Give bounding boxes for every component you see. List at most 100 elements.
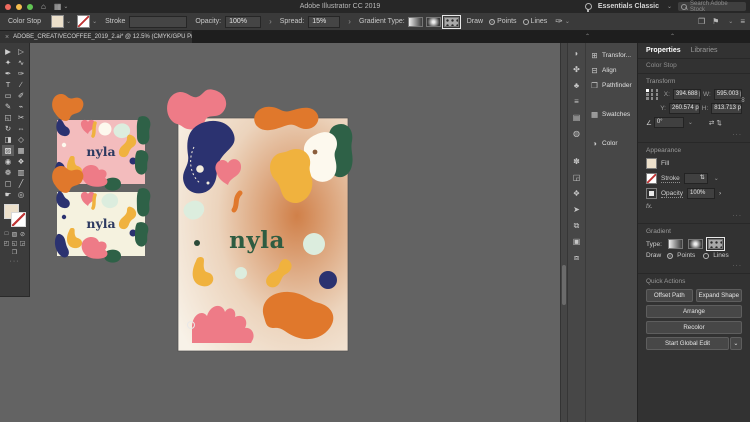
line-tool[interactable]: ∕ xyxy=(15,79,27,90)
brushes-panel-icon[interactable]: ✤ xyxy=(570,64,584,76)
flip-vertical-icon[interactable]: ⇅ xyxy=(716,119,721,127)
chevron-down-icon[interactable]: ⌄ xyxy=(688,119,693,126)
shaper-tool[interactable]: ⌁ xyxy=(15,101,27,112)
rotation-field[interactable]: 0° xyxy=(654,117,684,128)
gradient-tool[interactable]: ▨ xyxy=(2,145,14,156)
more-options-icon[interactable]: ··· xyxy=(646,262,742,272)
scrollbar-thumb[interactable] xyxy=(562,265,566,305)
global-edit-options-button[interactable]: ⌄ xyxy=(730,337,742,350)
stroke-swatch[interactable] xyxy=(11,212,26,227)
y-field[interactable]: 260.574 px xyxy=(669,103,700,114)
flag-icon[interactable]: ⚑ xyxy=(712,17,719,26)
draw-lines-radio[interactable] xyxy=(703,253,709,259)
opacity-field[interactable]: 100% xyxy=(687,188,715,199)
arrange-documents-icon[interactable]: ❒ xyxy=(698,17,705,26)
draw-behind-mode[interactable]: ◱ xyxy=(11,239,18,247)
symbol-sprayer-tool[interactable]: ❁ xyxy=(2,167,14,178)
start-global-edit-button[interactable]: Start Global Edit xyxy=(646,337,729,350)
perspective-grid-tool[interactable]: ◇ xyxy=(15,134,27,145)
shape-builder-tool[interactable]: ◨ xyxy=(2,134,14,145)
symbols-panel-icon[interactable]: ♣ xyxy=(570,80,584,92)
panel-swatches[interactable]: ▦Swatches xyxy=(586,107,637,122)
flip-horizontal-icon[interactable]: ⇄ xyxy=(709,119,714,127)
discover-bulb-icon[interactable] xyxy=(585,3,592,10)
pen-tool[interactable]: ✒ xyxy=(2,68,14,79)
eraser-tool[interactable]: ◱ xyxy=(2,112,14,123)
panel-pathfinder[interactable]: ❒Pathfinder xyxy=(586,78,637,93)
mesh-tool[interactable]: ▦ xyxy=(15,145,27,156)
appearance-panel-icon[interactable]: ✽ xyxy=(570,156,584,168)
radial-gradient-button[interactable] xyxy=(688,239,703,249)
rectangle-tool[interactable]: ▭ xyxy=(2,90,14,101)
tab-properties[interactable]: Properties xyxy=(646,47,681,54)
artboard-tool[interactable]: ▢ xyxy=(2,178,14,189)
expand-shape-button[interactable]: Expand Shape xyxy=(696,289,743,302)
fill-swatch[interactable] xyxy=(646,158,657,169)
stroke-weight-field[interactable] xyxy=(129,16,187,28)
spread-field[interactable]: 15% xyxy=(308,16,340,28)
h-field[interactable]: 813.713 px xyxy=(711,103,742,114)
linear-gradient-button[interactable] xyxy=(408,17,423,27)
reference-point-selector[interactable] xyxy=(646,89,659,100)
opacity-field[interactable]: 100% xyxy=(225,16,261,28)
menu-icon[interactable]: ≡ xyxy=(740,17,745,26)
chevron-down-icon[interactable]: ⌄ xyxy=(565,18,570,25)
blend-tool[interactable]: ❖ xyxy=(15,156,27,167)
x-field[interactable]: 394.688 px xyxy=(673,89,701,100)
close-tab-icon[interactable]: × xyxy=(5,34,9,41)
scissors-tool[interactable]: ✂ xyxy=(15,112,27,123)
column-graph-tool[interactable]: ▥ xyxy=(15,167,27,178)
artboard-options-panel-icon[interactable]: ▣ xyxy=(570,236,584,248)
draw-inside-mode[interactable]: ◲ xyxy=(19,239,26,247)
rotate-tool[interactable]: ↻ xyxy=(2,123,14,134)
business-card-cream[interactable]: nyla xyxy=(45,157,155,267)
chevron-down-icon[interactable]: ⌄ xyxy=(92,18,97,25)
links-panel-icon[interactable]: ⧉ xyxy=(570,220,584,232)
width-tool[interactable]: ⇔ xyxy=(15,123,27,134)
zoom-tool[interactable]: ◎ xyxy=(15,189,27,200)
curvature-tool[interactable]: ✑ xyxy=(15,68,27,79)
poster-artboard[interactable]: nyla xyxy=(160,85,360,385)
panel-transform[interactable]: ⊞Transfor... xyxy=(586,48,637,63)
draw-lines-radio[interactable] xyxy=(523,19,529,25)
stroke-link[interactable]: Stroke xyxy=(661,175,680,183)
draw-points-radio[interactable] xyxy=(667,253,673,259)
shape-properties-panel-icon[interactable]: ◗ xyxy=(570,48,584,60)
arrange-button[interactable]: Arrange xyxy=(646,305,742,318)
more-options-icon[interactable]: ··· xyxy=(646,212,742,222)
collapse-dock-icon[interactable]: ⌃ xyxy=(670,33,675,40)
slice-tool[interactable]: ╱ xyxy=(15,178,27,189)
hand-tool[interactable]: ☛ xyxy=(2,189,14,200)
stroke-swatch[interactable] xyxy=(646,173,657,184)
tab-libraries[interactable]: Libraries xyxy=(691,47,718,54)
paintbrush-tool[interactable]: ✐ xyxy=(15,90,27,101)
panel-align[interactable]: ⊟Align xyxy=(586,63,637,78)
stroke-color-swatch[interactable] xyxy=(77,15,90,28)
color-mode-fill[interactable]: □ xyxy=(3,230,10,238)
pencil-tool[interactable]: ✎ xyxy=(2,101,14,112)
toolbar-overflow-button[interactable]: ··· xyxy=(0,258,29,265)
w-field[interactable]: 595.003 px xyxy=(714,89,742,100)
workspace-switcher[interactable]: Essentials Classic xyxy=(598,3,659,10)
collapse-dock-icon[interactable]: ⌃ xyxy=(585,33,590,40)
fx-icon[interactable]: fx. xyxy=(646,203,742,210)
stroke-weight-stepper[interactable]: ⇅ xyxy=(684,173,708,184)
selection-tool[interactable]: ▶ xyxy=(2,46,14,57)
color-mode-none[interactable]: ⊘ xyxy=(19,230,26,238)
fill-color-swatch[interactable] xyxy=(51,15,64,28)
link-icon[interactable]: ∞ xyxy=(739,97,746,102)
asset-export-panel-icon[interactable]: ⧈ xyxy=(570,252,584,264)
chevron-down-icon[interactable]: ⌄ xyxy=(66,18,71,25)
actions-panel-icon[interactable]: ➤ xyxy=(570,204,584,216)
linear-gradient-button[interactable] xyxy=(668,239,683,249)
freeform-brush-icon[interactable]: ✑ xyxy=(555,16,563,27)
image-trace-panel-icon[interactable]: ◲ xyxy=(570,172,584,184)
type-tool[interactable]: T xyxy=(2,79,14,90)
chevron-down-icon[interactable]: ⌄ xyxy=(714,175,719,182)
magic-wand-tool[interactable]: ✦ xyxy=(2,57,14,68)
lasso-tool[interactable]: ∿ xyxy=(15,57,27,68)
more-options-icon[interactable]: ··· xyxy=(646,131,742,141)
draw-normal-mode[interactable]: ◰ xyxy=(3,239,10,247)
color-mode-gradient[interactable]: ▨ xyxy=(11,230,18,238)
canvas[interactable]: nyla nyla xyxy=(0,43,560,422)
